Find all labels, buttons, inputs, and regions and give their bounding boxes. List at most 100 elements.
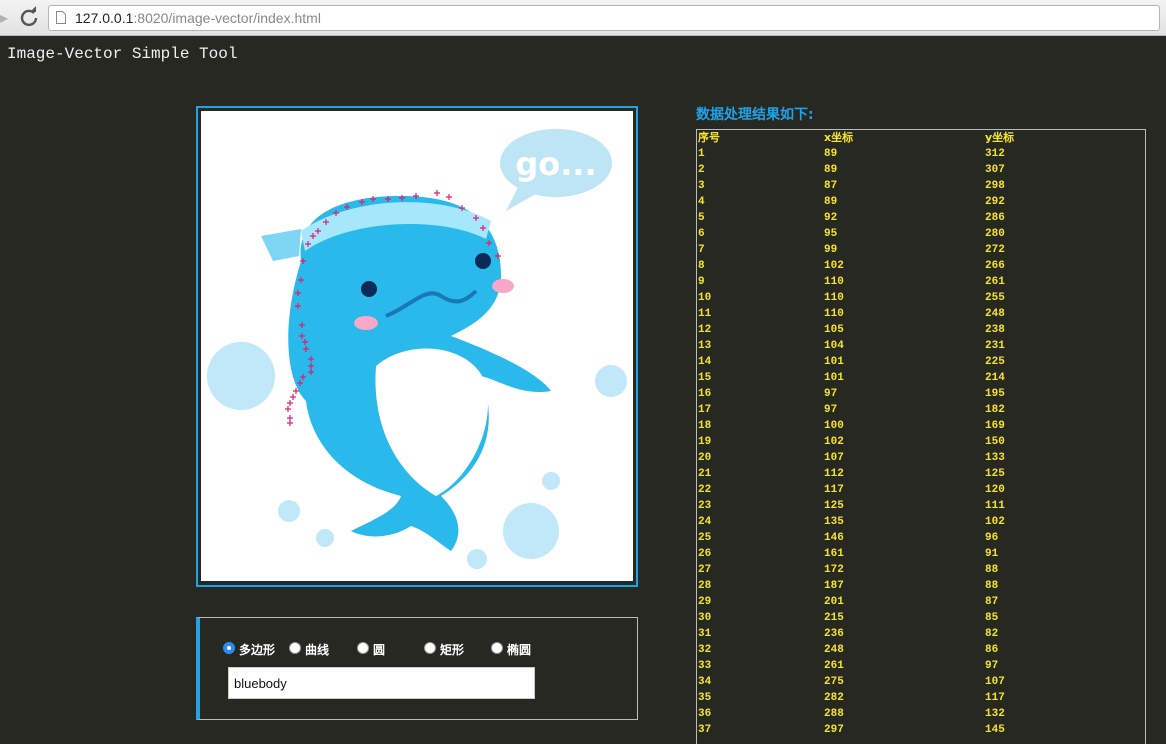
table-row: 12 105 238 — [697, 322, 1145, 338]
y-cell: 307 — [985, 164, 1005, 176]
shape-control-panel: 多边形 曲线 圆 矩形 椭圆 — [196, 617, 638, 720]
table-row: 9 110 261 — [697, 274, 1145, 290]
address-bar[interactable]: 127.0.0.1:8020/image-vector/index.html — [48, 5, 1160, 31]
x-cell: 110 — [824, 308, 844, 320]
table-row: 32 248 86 — [697, 642, 1145, 658]
x-cell: 172 — [824, 564, 844, 576]
y-cell: 117 — [985, 692, 1005, 704]
back-arrow-icon[interactable]: ▸ — [0, 8, 12, 28]
table-row: 15 101 214 — [697, 370, 1145, 386]
speech-bubble-text: go... — [515, 145, 596, 183]
trace-point-mark — [287, 415, 293, 421]
index-cell: 9 — [698, 276, 705, 288]
y-cell: 261 — [985, 276, 1005, 288]
column-header-y: y坐标 — [985, 131, 1015, 144]
x-cell: 101 — [824, 372, 844, 384]
column-header-index: 序号 — [698, 131, 720, 144]
x-cell: 282 — [824, 692, 844, 704]
x-cell: 105 — [824, 324, 844, 336]
headband-ribbon — [261, 229, 301, 261]
radio-button[interactable] — [289, 642, 301, 654]
x-cell: 104 — [824, 340, 844, 352]
y-cell: 120 — [985, 484, 1005, 496]
y-cell: 182 — [985, 404, 1005, 416]
table-row: 1 89 312 — [697, 146, 1145, 162]
radio-button[interactable] — [223, 642, 235, 654]
y-cell: 238 — [985, 324, 1005, 336]
x-cell: 87 — [824, 180, 838, 192]
x-cell: 117 — [824, 484, 844, 496]
bubble-small-a — [278, 500, 300, 522]
index-cell: 13 — [698, 340, 712, 352]
index-cell: 17 — [698, 404, 712, 416]
index-cell: 6 — [698, 228, 705, 240]
radio-button[interactable] — [357, 642, 369, 654]
y-cell: 87 — [985, 596, 999, 608]
bubble-bottom-right — [503, 503, 559, 559]
x-cell: 297 — [824, 724, 844, 736]
y-cell: 298 — [985, 180, 1005, 192]
y-cell: 225 — [985, 356, 1005, 368]
y-cell: 214 — [985, 372, 1005, 384]
x-cell: 135 — [824, 516, 844, 528]
index-cell: 25 — [698, 532, 712, 544]
y-cell: 102 — [985, 516, 1005, 528]
index-cell: 4 — [698, 196, 705, 208]
table-row: 35 282 117 — [697, 690, 1145, 706]
reload-icon[interactable] — [18, 6, 40, 28]
index-cell: 31 — [698, 628, 712, 640]
table-row: 24 135 102 — [697, 514, 1145, 530]
index-cell: 22 — [698, 484, 712, 496]
x-cell: 89 — [824, 196, 838, 208]
y-cell: 150 — [985, 436, 1005, 448]
index-cell: 23 — [698, 500, 712, 512]
radio-label: 矩形 — [440, 643, 465, 657]
y-cell: 107 — [985, 676, 1005, 688]
table-row: 5 92 286 — [697, 210, 1145, 226]
radio-button[interactable] — [491, 642, 503, 654]
table-row: 29 201 87 — [697, 594, 1145, 610]
url-path: :8020/image-vector/index.html — [133, 10, 321, 26]
y-cell: 195 — [985, 388, 1005, 400]
y-cell: 97 — [985, 660, 999, 672]
image-canvas[interactable]: go... — [201, 111, 633, 581]
index-cell: 15 — [698, 372, 712, 384]
radio-label: 圆 — [373, 643, 386, 657]
index-cell: 8 — [698, 260, 705, 272]
y-cell: 82 — [985, 628, 999, 640]
index-cell: 26 — [698, 548, 712, 560]
shape-name-input[interactable] — [228, 667, 535, 699]
table-row: 33 261 97 — [697, 658, 1145, 674]
x-cell: 107 — [824, 452, 844, 464]
radio-button[interactable] — [424, 642, 436, 654]
image-frame: go... — [196, 106, 638, 587]
table-row: 4 89 292 — [697, 194, 1145, 210]
x-cell: 110 — [824, 292, 844, 304]
table-row: 27 172 88 — [697, 562, 1145, 578]
table-row: 36 288 132 — [697, 706, 1145, 722]
index-cell: 36 — [698, 708, 712, 720]
y-cell: 286 — [985, 212, 1005, 224]
index-cell: 28 — [698, 580, 712, 592]
table-row: 20 107 133 — [697, 450, 1145, 466]
table-row: 8 102 266 — [697, 258, 1145, 274]
y-cell: 133 — [985, 452, 1005, 464]
results-table: 序号 x坐标 y坐标 1 89 312 2 89 307 3 87 298 4 89 292 5 92 28… — [697, 130, 1145, 738]
bubble-small-c — [467, 549, 487, 569]
y-cell: 111 — [985, 500, 1005, 512]
radio-label: 椭圆 — [507, 643, 532, 657]
x-cell: 125 — [824, 500, 844, 512]
index-cell: 24 — [698, 516, 712, 528]
y-cell: 88 — [985, 580, 999, 592]
table-row: 17 97 182 — [697, 402, 1145, 418]
browser-toolbar: ▸ 127.0.0.1:8020/image-vector/index.html — [0, 0, 1166, 36]
index-cell: 14 — [698, 356, 712, 368]
x-cell: 97 — [824, 404, 838, 416]
bubble-right — [595, 365, 627, 397]
index-cell: 32 — [698, 644, 712, 656]
table-row: 23 125 111 — [697, 498, 1145, 514]
table-row: 34 275 107 — [697, 674, 1145, 690]
table-header-row: 序号 x坐标 y坐标 — [697, 130, 1145, 146]
x-cell: 146 — [824, 532, 844, 544]
y-cell: 248 — [985, 308, 1005, 320]
